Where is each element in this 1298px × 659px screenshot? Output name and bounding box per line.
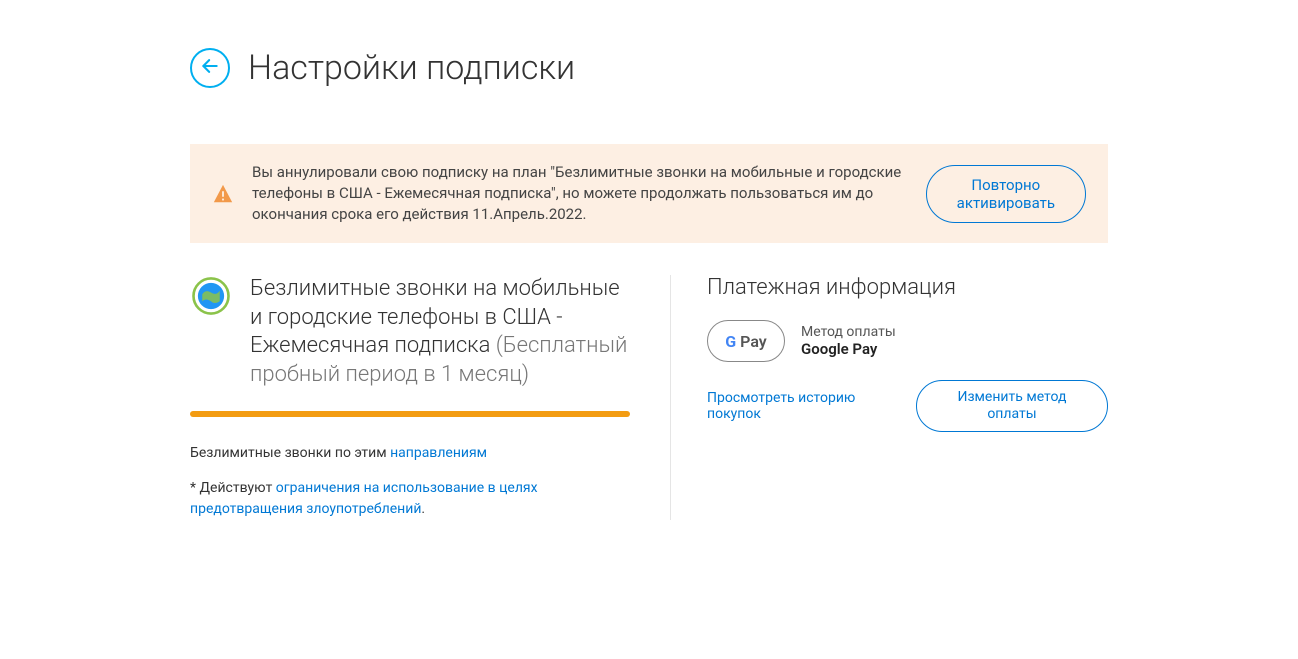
globe-icon: [190, 275, 232, 389]
plan-description: Безлимитные звонки по этим направлениям: [190, 443, 630, 464]
plan-note-prefix: * Действуют: [190, 480, 276, 496]
payment-method-value: Google Pay: [801, 340, 896, 358]
arrow-left-icon: [200, 56, 220, 80]
payment-column: Платежная информация G Pay Метод оплаты …: [670, 275, 1108, 520]
gpay-text: Pay: [740, 332, 767, 351]
plan-header: Безлимитные звонки на мобильные и городс…: [190, 275, 630, 389]
plan-note-suffix: .: [421, 501, 425, 517]
payment-section-title: Платежная информация: [707, 275, 1108, 300]
usage-progress-bar: [190, 411, 630, 417]
page-title: Настройки подписки: [248, 48, 575, 88]
payment-method-label: Метод оплаты: [801, 324, 896, 340]
purchase-history-link[interactable]: Просмотреть историю покупок: [707, 390, 898, 422]
warning-icon: [212, 183, 234, 205]
plan-title: Безлимитные звонки на мобильные и городс…: [250, 275, 630, 389]
reactivate-button[interactable]: Повторно активировать: [926, 165, 1086, 223]
plan-note: * Действуют ограничения на использование…: [190, 478, 630, 520]
google-pay-icon: G Pay: [707, 320, 785, 362]
plan-column: Безлимитные звонки на мобильные и городс…: [190, 275, 630, 520]
cancellation-alert: Вы аннулировали свою подписку на план "Б…: [190, 144, 1108, 243]
content-columns: Безлимитные звонки на мобильные и городс…: [190, 275, 1108, 520]
plan-desc-prefix: Безлимитные звонки по этим: [190, 445, 390, 461]
back-button[interactable]: [190, 48, 230, 88]
change-payment-button[interactable]: Изменить метод оплаты: [916, 380, 1108, 432]
payment-actions: Просмотреть историю покупок Изменить мет…: [707, 380, 1108, 432]
google-g-icon: G: [725, 332, 736, 351]
page-root: Настройки подписки Вы аннулировали свою …: [0, 0, 1298, 659]
payment-method-row: G Pay Метод оплаты Google Pay: [707, 320, 1108, 362]
destinations-link[interactable]: направлениям: [390, 445, 487, 461]
alert-text: Вы аннулировали свою подписку на план "Б…: [252, 162, 908, 225]
header: Настройки подписки: [190, 48, 1108, 88]
payment-method-info: Метод оплаты Google Pay: [801, 324, 896, 358]
